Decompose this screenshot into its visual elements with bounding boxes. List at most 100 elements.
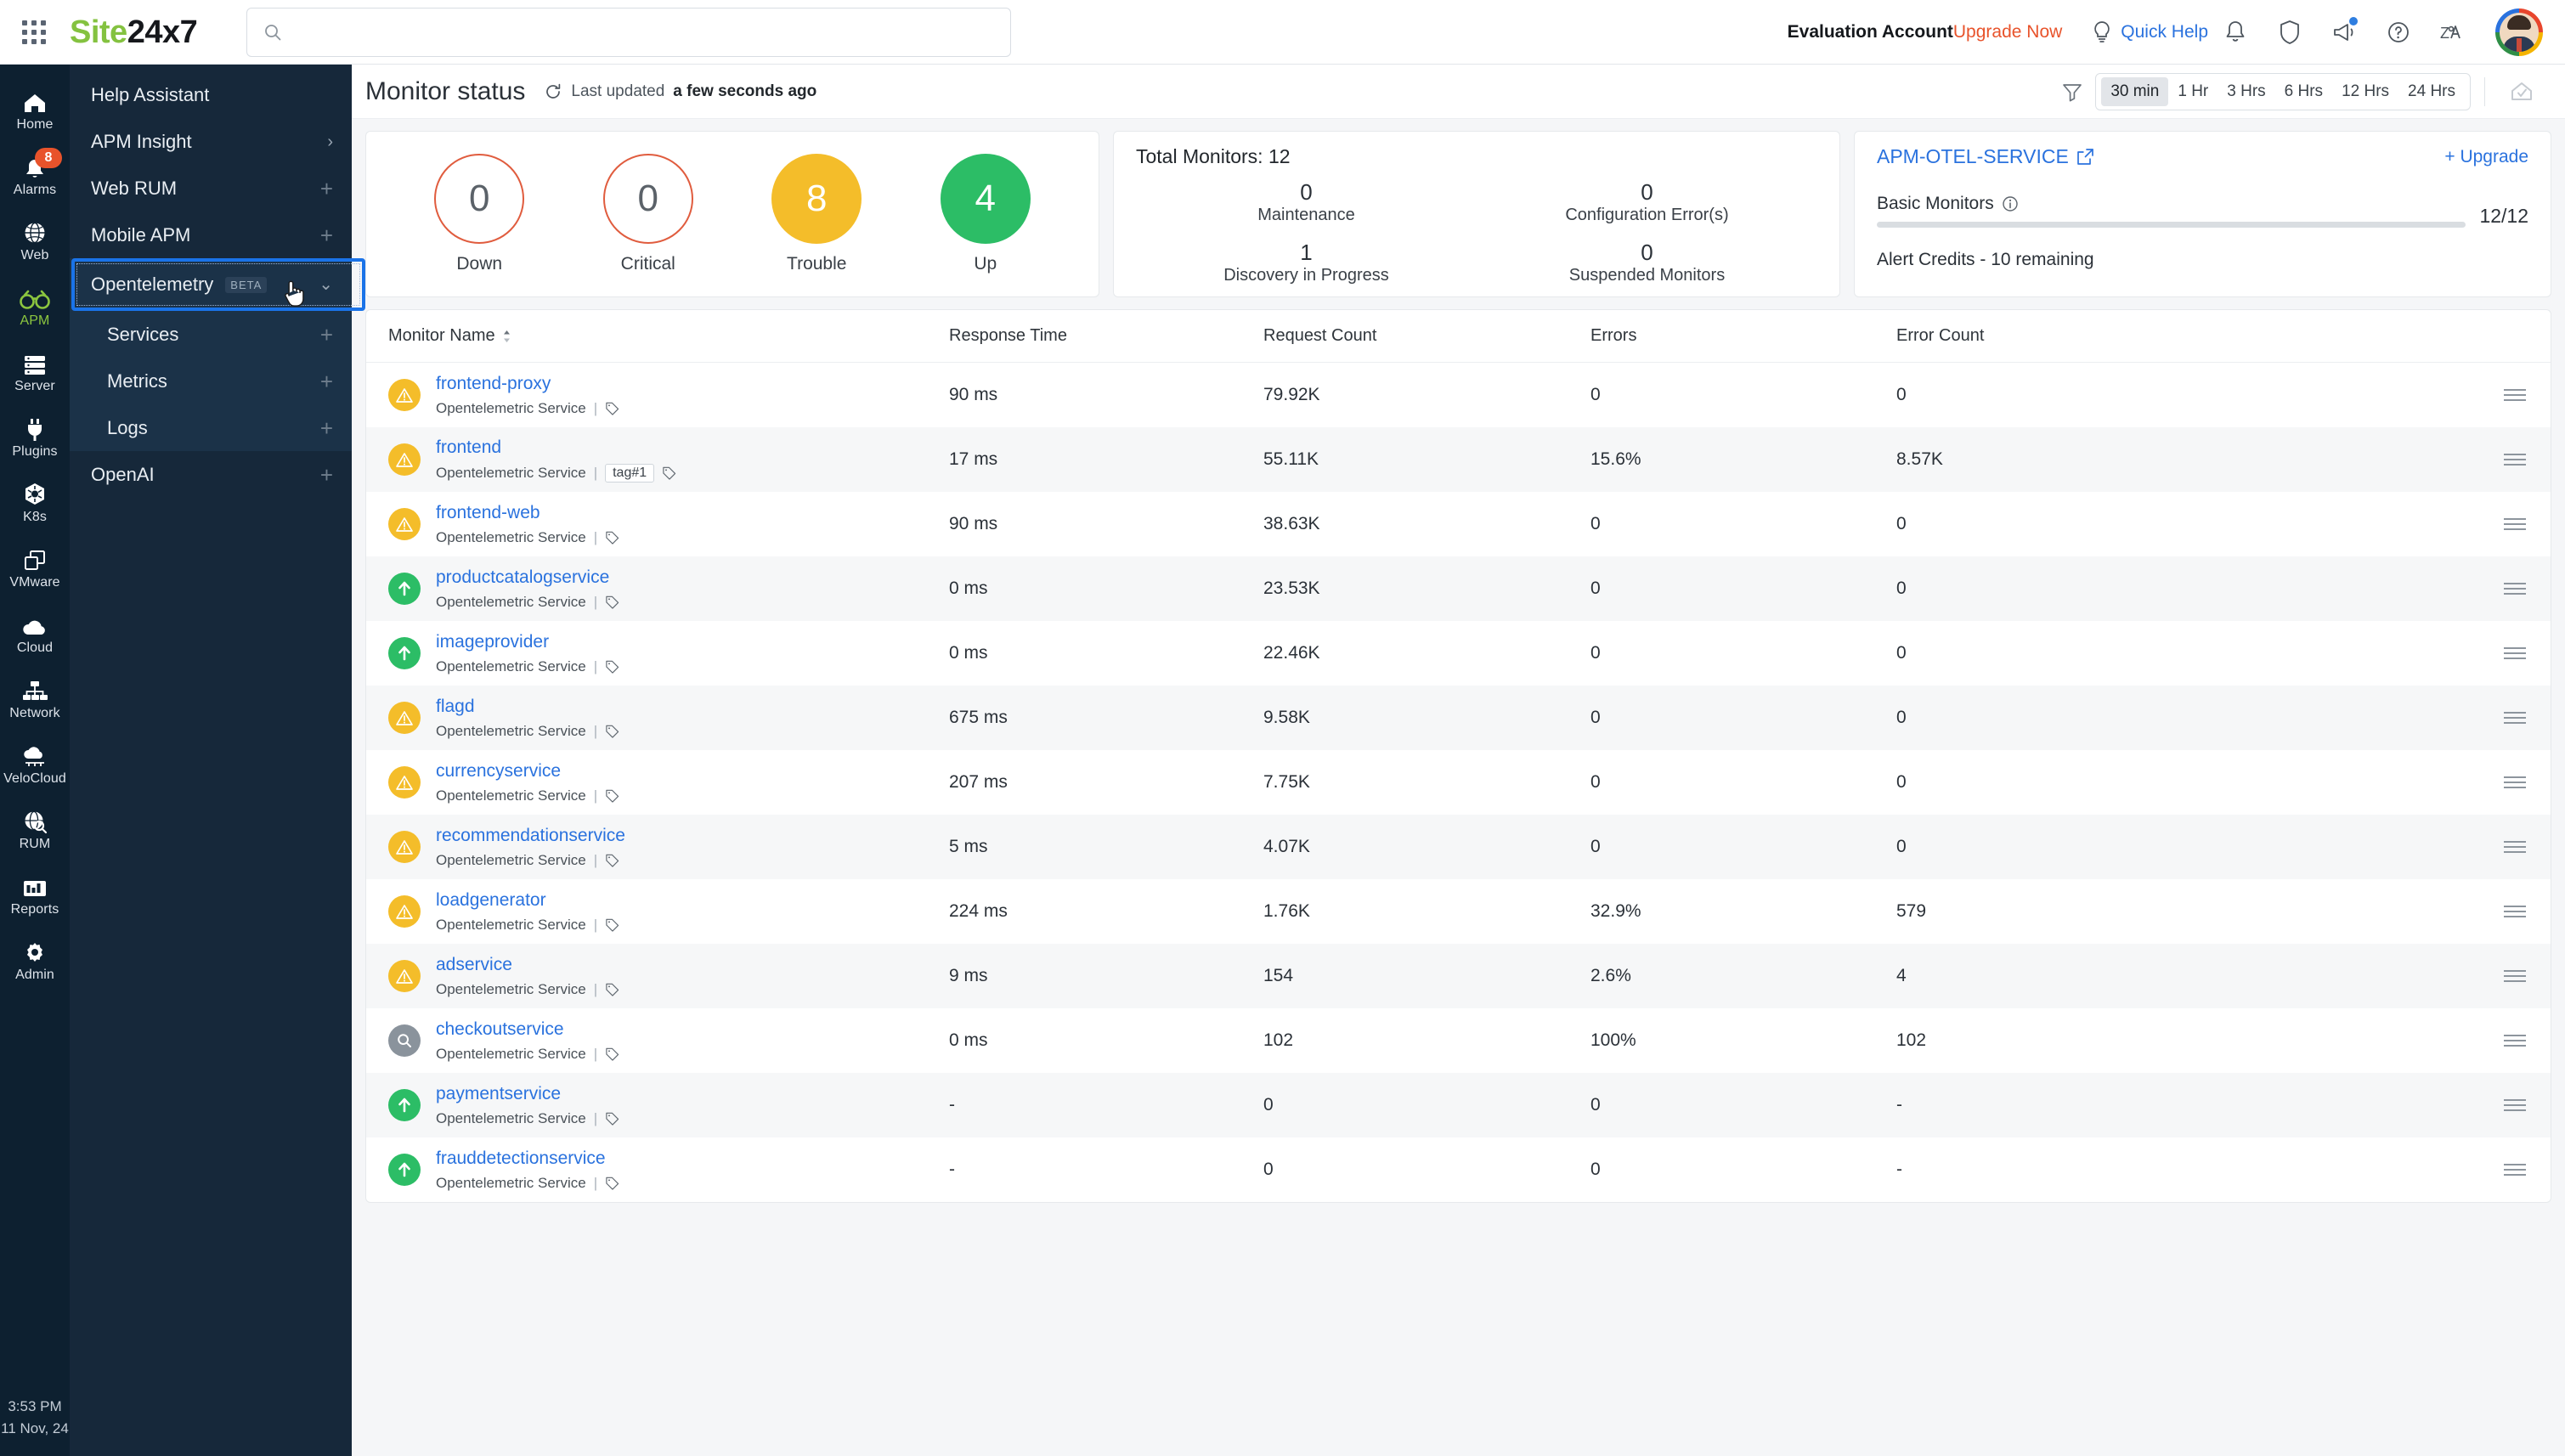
column-header-monitor-name[interactable]: Monitor Name <box>388 326 949 346</box>
monitor-name-link[interactable]: frauddetectionservice <box>436 1148 606 1168</box>
nav-item-logs[interactable]: Logs + <box>70 404 352 451</box>
tag-icon[interactable] <box>605 1047 619 1061</box>
avatar[interactable] <box>2495 8 2543 56</box>
rail-item-plugins[interactable]: Plugins <box>0 404 70 469</box>
stat-configuration-errors[interactable]: 0 Configuration Error(s) <box>1565 180 1728 225</box>
tag-icon[interactable] <box>605 530 619 545</box>
nav-item-web-rum[interactable]: Web RUM + <box>70 165 352 212</box>
time-range-option-30min[interactable]: 30 min <box>2101 77 2168 106</box>
hamburger-icon[interactable] <box>2504 583 2526 595</box>
tag-icon[interactable] <box>605 595 619 609</box>
announcements-button[interactable] <box>2317 11 2371 54</box>
hamburger-icon[interactable] <box>2504 841 2526 853</box>
plus-icon[interactable]: + <box>320 370 333 392</box>
tag-icon[interactable] <box>605 401 619 415</box>
hamburger-icon[interactable] <box>2504 1099 2526 1111</box>
tag-icon[interactable] <box>605 1176 619 1190</box>
hamburger-icon[interactable] <box>2504 970 2526 982</box>
plus-icon[interactable]: + <box>320 224 333 246</box>
table-row[interactable]: frontend-proxyOpentelemetric Service|90 … <box>366 363 2551 427</box>
monitor-name-link[interactable]: frontend <box>436 437 501 457</box>
table-row[interactable]: frontendOpentelemetric Service|tag#117 m… <box>366 427 2551 492</box>
tag-icon[interactable] <box>605 724 619 738</box>
column-header-response-time[interactable]: Response Time <box>949 326 1263 346</box>
monitor-name-link[interactable]: loadgenerator <box>436 890 546 910</box>
hamburger-icon[interactable] <box>2504 518 2526 530</box>
table-row[interactable]: productcatalogserviceOpentelemetric Serv… <box>366 556 2551 621</box>
quick-help-button[interactable]: Quick Help <box>2091 20 2208 45</box>
status-donut-up[interactable]: 4 Up <box>941 154 1031 274</box>
time-range-option-3hrs[interactable]: 3 Hrs <box>2218 77 2274 106</box>
monitor-name-link[interactable]: paymentservice <box>436 1084 561 1103</box>
table-row[interactable]: imageproviderOpentelemetric Service|0 ms… <box>366 621 2551 686</box>
zia-button[interactable]: Z <box>2426 11 2480 54</box>
status-donut-down[interactable]: 0 Down <box>434 154 524 274</box>
tag-icon[interactable] <box>605 982 619 996</box>
table-row[interactable]: loadgeneratorOpentelemetric Service|224 … <box>366 879 2551 944</box>
rail-item-alarms[interactable]: 8 Alarms <box>0 142 70 207</box>
tag-icon[interactable] <box>605 1111 619 1126</box>
rail-item-network[interactable]: Network <box>0 665 70 731</box>
nav-item-mobile-apm[interactable]: Mobile APM + <box>70 212 352 258</box>
monitor-name-link[interactable]: recommendationservice <box>436 826 625 845</box>
hamburger-icon[interactable] <box>2504 1035 2526 1047</box>
rail-item-k8s[interactable]: K8s <box>0 469 70 534</box>
search-input[interactable] <box>295 21 995 43</box>
nav-item-openai[interactable]: OpenAI + <box>70 451 352 498</box>
rail-item-vmware[interactable]: VMware <box>0 534 70 600</box>
monitor-name-link[interactable]: imageprovider <box>436 632 549 652</box>
time-range-option-12hrs[interactable]: 12 Hrs <box>2332 77 2398 106</box>
home-check-button[interactable] <box>2499 80 2545 104</box>
column-header-error-count[interactable]: Error Count <box>1896 326 2479 346</box>
apps-grid-icon[interactable] <box>15 14 53 51</box>
tag-icon[interactable] <box>605 659 619 674</box>
table-row[interactable]: frontend-webOpentelemetric Service|90 ms… <box>366 492 2551 556</box>
hamburger-icon[interactable] <box>2504 454 2526 466</box>
table-row[interactable]: currencyserviceOpentelemetric Service|20… <box>366 750 2551 815</box>
table-row[interactable]: flagdOpentelemetric Service|675 ms9.58K0… <box>366 686 2551 750</box>
status-donut-trouble[interactable]: 8 Trouble <box>771 154 862 274</box>
hamburger-icon[interactable] <box>2504 389 2526 401</box>
filter-button[interactable] <box>2049 81 2095 103</box>
monitor-name-link[interactable]: adservice <box>436 955 512 974</box>
rail-item-admin[interactable]: Admin <box>0 927 70 992</box>
service-name-link[interactable]: APM-OTEL-SERVICE <box>1877 145 2094 168</box>
nav-item-opentelemetry[interactable]: Opentelemetry BETA ⌄ <box>70 258 352 311</box>
info-icon[interactable] <box>2002 195 2019 212</box>
table-row[interactable]: paymentserviceOpentelemetric Service|-00… <box>366 1073 2551 1137</box>
time-range-option-1hr[interactable]: 1 Hr <box>2168 77 2218 106</box>
hamburger-icon[interactable] <box>2504 647 2526 659</box>
stat-discovery-in-progress[interactable]: 1 Discovery in Progress <box>1223 240 1389 285</box>
monitor-tag[interactable]: tag#1 <box>605 464 654 483</box>
rail-item-server[interactable]: Server <box>0 338 70 404</box>
hamburger-icon[interactable] <box>2504 906 2526 917</box>
monitor-name-link[interactable]: checkoutservice <box>436 1019 564 1039</box>
security-button[interactable] <box>2263 11 2317 54</box>
tag-icon[interactable] <box>605 788 619 803</box>
plus-icon[interactable]: + <box>320 464 333 486</box>
tag-icon[interactable] <box>605 853 619 867</box>
help-button[interactable] <box>2371 11 2426 54</box>
nav-item-apm-insight[interactable]: APM Insight › <box>70 118 352 165</box>
tag-icon[interactable] <box>662 466 676 480</box>
column-header-request-count[interactable]: Request Count <box>1263 326 1590 346</box>
table-row[interactable]: frauddetectionserviceOpentelemetric Serv… <box>366 1137 2551 1202</box>
hamburger-icon[interactable] <box>2504 776 2526 788</box>
time-range-option-6hrs[interactable]: 6 Hrs <box>2275 77 2332 106</box>
monitor-name-link[interactable]: currencyservice <box>436 761 561 781</box>
time-range-option-24hrs[interactable]: 24 Hrs <box>2398 77 2465 106</box>
time-range-selector[interactable]: 30 min 1 Hr 3 Hrs 6 Hrs 12 Hrs 24 Hrs <box>2095 73 2471 110</box>
column-header-errors[interactable]: Errors <box>1590 326 1896 346</box>
rail-item-velocloud[interactable]: VeloCloud <box>0 731 70 796</box>
monitor-name-link[interactable]: flagd <box>436 697 475 716</box>
table-row[interactable]: checkoutserviceOpentelemetric Service|0 … <box>366 1008 2551 1073</box>
rail-item-rum[interactable]: RUM <box>0 796 70 861</box>
stat-suspended-monitors[interactable]: 0 Suspended Monitors <box>1569 240 1725 285</box>
tag-icon[interactable] <box>605 917 619 932</box>
hamburger-icon[interactable] <box>2504 712 2526 724</box>
monitor-name-link[interactable]: frontend-proxy <box>436 374 551 393</box>
rail-item-cloud[interactable]: Cloud <box>0 600 70 665</box>
upgrade-link[interactable]: + Upgrade <box>2444 147 2528 167</box>
table-row[interactable]: adserviceOpentelemetric Service|9 ms1542… <box>366 944 2551 1008</box>
hamburger-icon[interactable] <box>2504 1164 2526 1176</box>
